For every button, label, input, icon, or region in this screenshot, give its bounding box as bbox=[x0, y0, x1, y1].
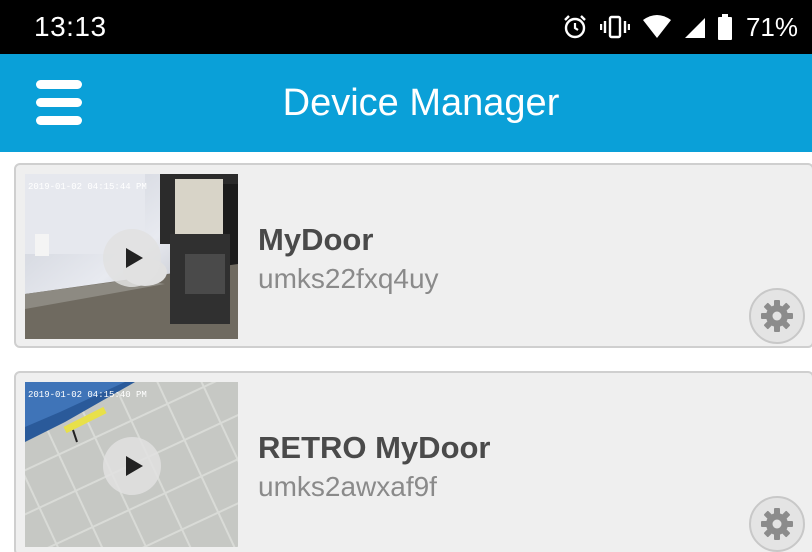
play-icon[interactable] bbox=[103, 437, 161, 495]
thumbnail-timestamp: 2019-01-02 04:15:44 PM bbox=[28, 182, 147, 192]
wifi-icon bbox=[642, 15, 672, 39]
status-bar: 13:13 71% bbox=[0, 0, 812, 54]
status-icons: 71% bbox=[562, 0, 798, 54]
vibrate-icon bbox=[599, 14, 630, 40]
app-bar: Device Manager bbox=[0, 54, 812, 152]
signal-icon bbox=[684, 15, 706, 39]
device-card[interactable]: 2019-01-02 04:15:40 PM RETRO MyDoor umks… bbox=[14, 371, 812, 552]
page-title: Device Manager bbox=[282, 82, 560, 124]
device-card[interactable]: 2019-01-02 04:15:44 PM MyDoor umks22fxq4… bbox=[14, 163, 812, 348]
device-uid: umks22fxq4uy bbox=[258, 263, 439, 294]
play-icon[interactable] bbox=[103, 229, 161, 287]
battery-percent: 71% bbox=[745, 11, 798, 42]
thumbnail-timestamp: 2019-01-02 04:15:40 PM bbox=[28, 390, 147, 400]
device-name: MyDoor bbox=[258, 222, 374, 257]
status-time: 13:13 bbox=[34, 11, 107, 42]
alarm-icon bbox=[562, 14, 588, 40]
battery-icon bbox=[717, 14, 732, 40]
camera-thumbnail[interactable]: 2019-01-02 04:15:40 PM bbox=[25, 382, 238, 547]
device-uid: umks2awxaf9f bbox=[258, 471, 437, 502]
device-name: RETRO MyDoor bbox=[258, 430, 491, 465]
camera-thumbnail[interactable]: 2019-01-02 04:15:44 PM bbox=[25, 174, 238, 339]
gear-icon[interactable] bbox=[749, 288, 805, 344]
gear-icon[interactable] bbox=[749, 496, 805, 552]
